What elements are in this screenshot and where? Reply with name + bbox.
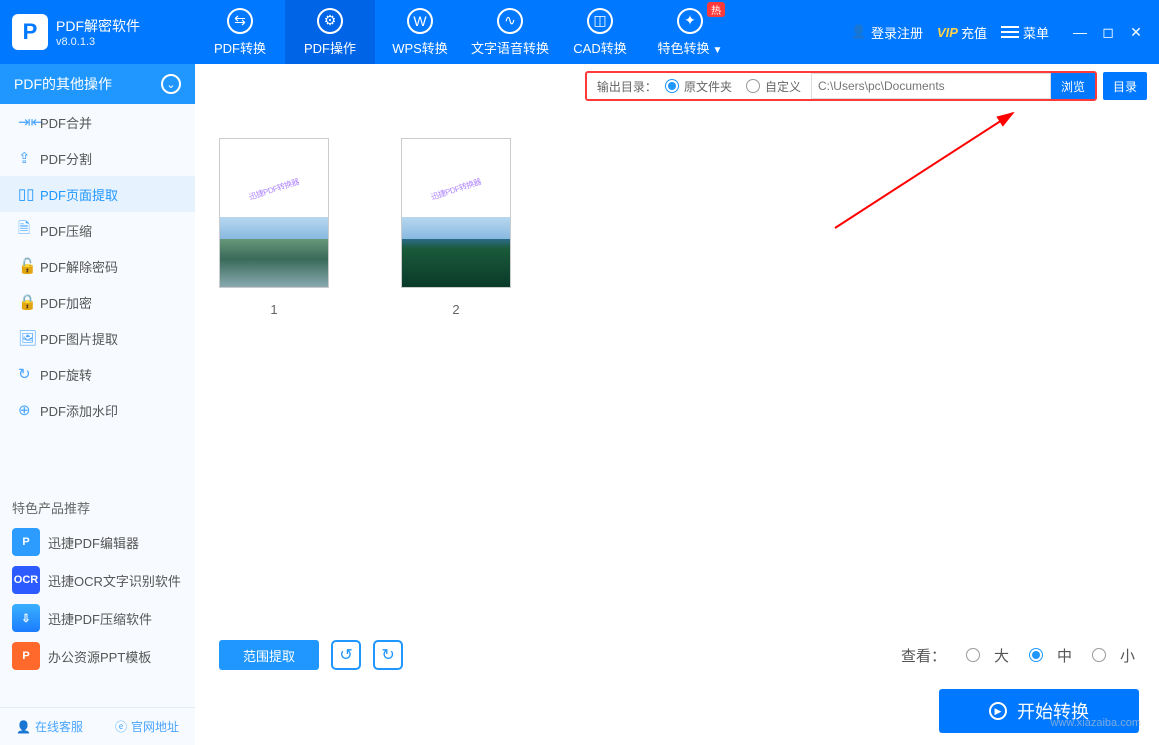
annotation-arrow — [605, 98, 1025, 238]
login-register-link[interactable]: 👤 登录注册 — [851, 23, 923, 42]
sidebar-item-1[interactable]: ⇪PDF分割 — [0, 140, 195, 176]
app-logo-area: P PDF解密软件 v8.0.1.3 — [0, 14, 195, 50]
nav-tab-5[interactable]: ✦ 特色转换▼ 热 — [645, 0, 735, 64]
official-site-link[interactable]: ⓔ 官网地址 — [115, 718, 179, 735]
view-size-controls: 查看： 大 中 小 — [901, 645, 1135, 666]
radio-view-medium[interactable] — [1029, 648, 1043, 662]
hamburger-icon — [1001, 23, 1019, 41]
nav-tab-3[interactable]: ∿ 文字语音转换 — [465, 0, 555, 64]
page-thumb-1[interactable]: 迅捷PDF转换器 1 — [219, 138, 329, 317]
promo-icon: P — [12, 528, 40, 556]
sidebar-icon: 🖼 — [18, 329, 40, 347]
sidebar-item-8[interactable]: ⊕PDF添加水印 — [0, 392, 195, 428]
vip-recharge-link[interactable]: VIP 充值 — [937, 23, 987, 42]
menu-button[interactable]: 菜单 — [1001, 23, 1049, 42]
range-extract-button[interactable]: 范围提取 — [219, 640, 319, 670]
nav-tab-1[interactable]: ⚙ PDF操作 — [285, 0, 375, 64]
promo-item-2[interactable]: ⇩迅捷PDF压缩软件 — [0, 599, 195, 637]
radio-view-small[interactable] — [1092, 648, 1106, 662]
sidebar-item-5[interactable]: 🔒PDF加密 — [0, 284, 195, 320]
promo-item-0[interactable]: P迅捷PDF编辑器 — [0, 523, 195, 561]
sidebar-header[interactable]: PDF的其他操作 ⌄ — [0, 64, 195, 104]
chevron-down-icon: ⌄ — [161, 74, 181, 94]
close-button[interactable]: ✕ — [1127, 23, 1145, 41]
play-icon: ▶ — [989, 702, 1007, 720]
promo-header: 特色产品推荐 — [0, 488, 195, 523]
promo-item-1[interactable]: OCR迅捷OCR文字识别软件 — [0, 561, 195, 599]
nav-icon: ⇆ — [227, 8, 253, 34]
nav-icon: ◫ — [587, 8, 613, 34]
open-dir-button[interactable]: 目录 — [1103, 72, 1147, 100]
user-icon: 👤 — [851, 24, 867, 40]
browse-button[interactable]: 浏览 — [1051, 73, 1095, 99]
redo-button[interactable]: ↻ — [373, 640, 403, 670]
nav-icon: W — [407, 8, 433, 34]
radio-original-folder[interactable] — [665, 79, 679, 93]
promo-icon: ⇩ — [12, 604, 40, 632]
sidebar-icon: ▯▯ — [18, 185, 40, 203]
sidebar-item-7[interactable]: ↻PDF旋转 — [0, 356, 195, 392]
nav-icon: ⚙ — [317, 8, 343, 34]
promo-item-3[interactable]: P办公资源PPT模板 — [0, 637, 195, 675]
sidebar-icon: 🔓 — [18, 257, 40, 275]
sidebar-item-6[interactable]: 🖼PDF图片提取 — [0, 320, 195, 356]
nav-tab-4[interactable]: ◫ CAD转换 — [555, 0, 645, 64]
page-thumb-2[interactable]: 迅捷PDF转换器 2 — [401, 138, 511, 317]
sidebar-icon: ⇥⇤ — [18, 113, 40, 131]
sidebar-icon: ↻ — [18, 365, 40, 383]
sidebar-icon: ⇪ — [18, 149, 40, 167]
promo-icon: OCR — [12, 566, 40, 594]
radio-view-large[interactable] — [966, 648, 980, 662]
undo-button[interactable]: ↺ — [331, 640, 361, 670]
minimize-button[interactable]: — — [1071, 23, 1089, 41]
promo-icon: P — [12, 642, 40, 670]
sidebar-item-4[interactable]: 🔓PDF解除密码 — [0, 248, 195, 284]
sidebar-icon: 🗎 — [18, 218, 40, 243]
online-service-link[interactable]: 👤 在线客服 — [16, 718, 83, 735]
sidebar-item-3[interactable]: 🗎PDF压缩 — [0, 212, 195, 248]
output-dir-box: 输出目录： 原文件夹 自定义 浏览 — [585, 71, 1097, 101]
app-version: v8.0.1.3 — [56, 36, 140, 48]
maximize-button[interactable]: ◻ — [1099, 23, 1117, 41]
hot-badge: 热 — [707, 2, 725, 17]
nav-icon: ∿ — [497, 8, 523, 34]
nav-icon: ✦ — [677, 8, 703, 34]
globe-icon: ⓔ — [115, 718, 127, 735]
start-convert-button[interactable]: ▶ 开始转换 — [939, 689, 1139, 733]
radio-custom-folder[interactable] — [746, 79, 760, 93]
sidebar-item-0[interactable]: ⇥⇤PDF合并 — [0, 104, 195, 140]
nav-tab-2[interactable]: W WPS转换 — [375, 0, 465, 64]
output-path-input[interactable] — [811, 73, 1051, 99]
app-title: PDF解密软件 — [56, 16, 140, 36]
sidebar-item-2[interactable]: ▯▯PDF页面提取 — [0, 176, 195, 212]
nav-tab-0[interactable]: ⇆ PDF转换 — [195, 0, 285, 64]
sidebar-icon: ⊕ — [18, 401, 40, 419]
app-logo-icon: P — [12, 14, 48, 50]
support-icon: 👤 — [16, 720, 31, 734]
sidebar-icon: 🔒 — [18, 293, 40, 311]
output-label: 输出目录： — [597, 78, 657, 95]
